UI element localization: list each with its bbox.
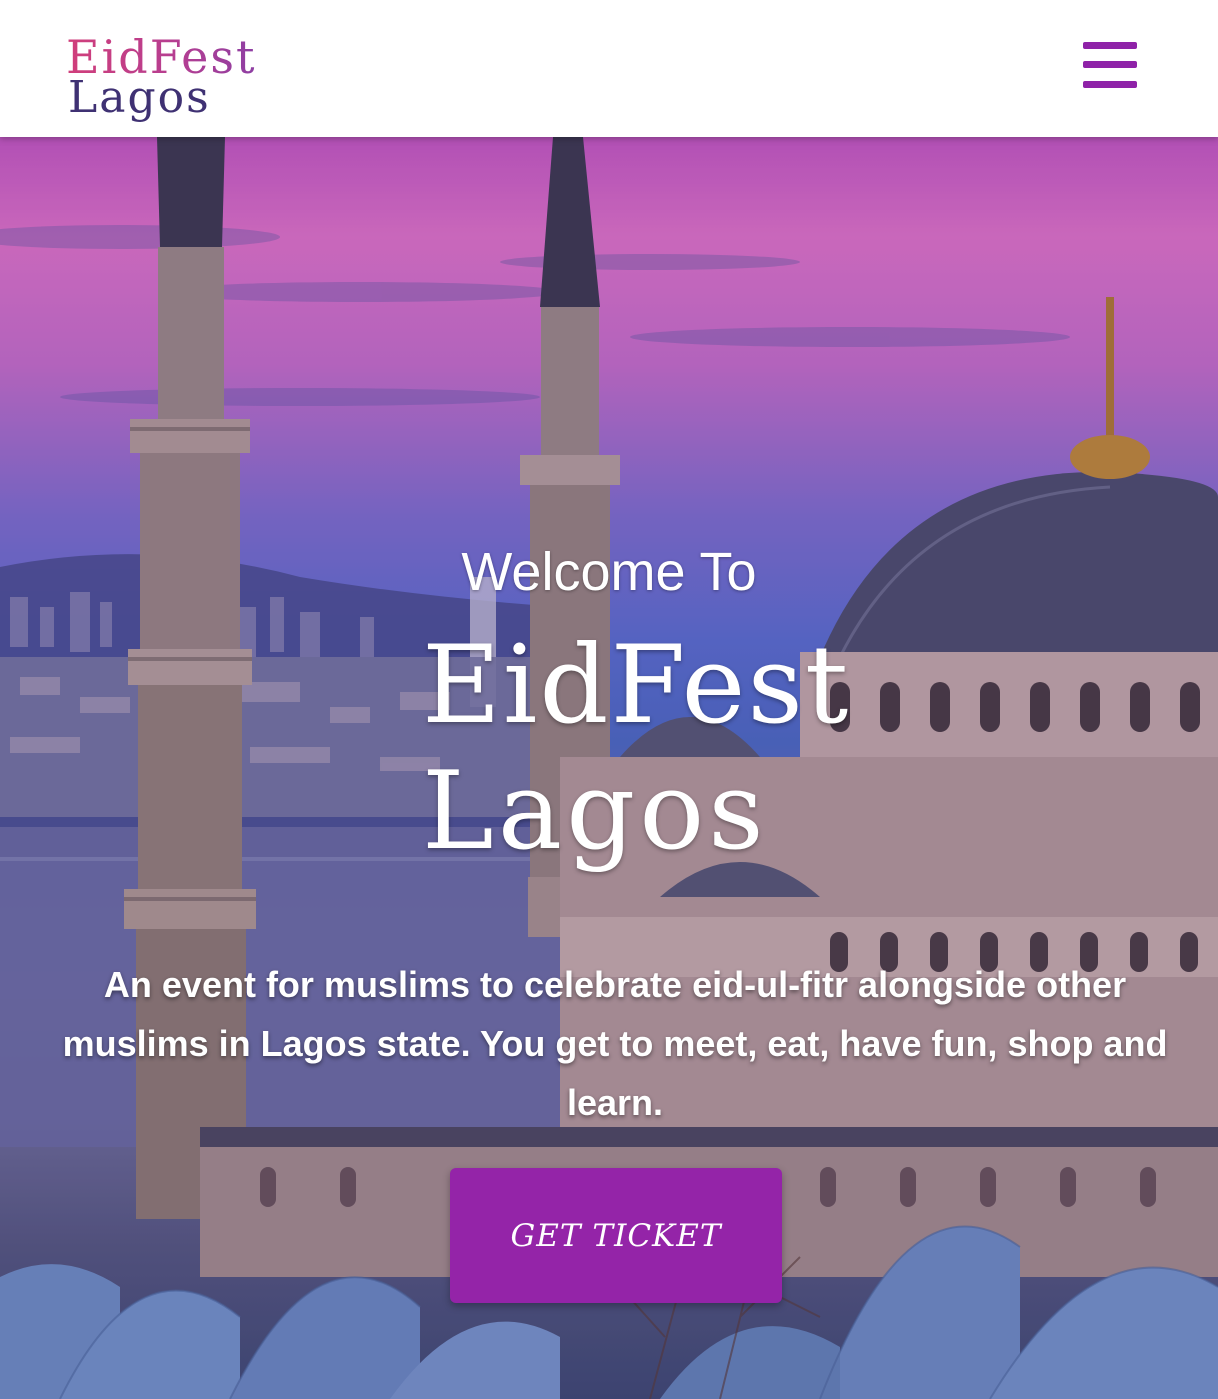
hero-tagline: An event for muslims to celebrate eid-ul… xyxy=(62,964,1168,1123)
welcome-heading: Welcome To xyxy=(461,542,757,602)
menu-bar xyxy=(1083,42,1137,49)
site-header: EidFest Lagos xyxy=(0,0,1218,137)
site-logo[interactable]: EidFest Lagos xyxy=(66,30,326,125)
hero-logo-text-eidfest: EidFest xyxy=(422,623,851,748)
menu-bar xyxy=(1083,81,1137,88)
hamburger-menu-icon[interactable] xyxy=(1083,42,1139,90)
logo-text-lagos: Lagos xyxy=(68,72,211,123)
get-ticket-button[interactable]: GET TICKET xyxy=(450,1168,782,1303)
hero-section: Welcome To EidFest Lagos An event for mu… xyxy=(0,137,1218,1399)
hero-logo: EidFest Lagos xyxy=(408,626,848,897)
hero-logo-text-lagos: Lagos xyxy=(422,749,768,874)
menu-bar xyxy=(1083,61,1137,68)
